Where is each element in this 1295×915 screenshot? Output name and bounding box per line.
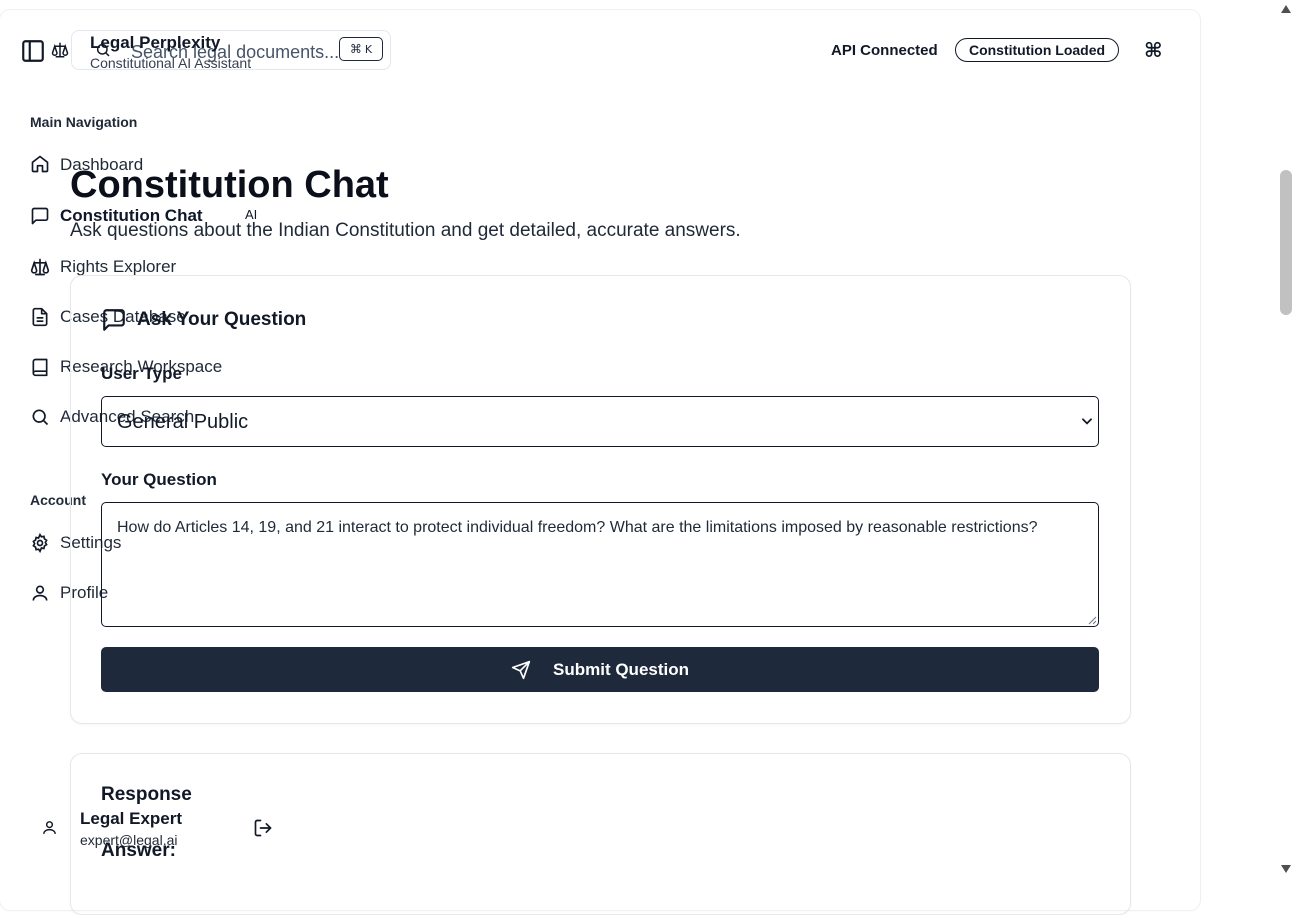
- scrollbar-thumb[interactable]: [1280, 170, 1292, 315]
- question-text[interactable]: How do Articles 14, 19, and 21 interact …: [117, 515, 1077, 540]
- send-icon: [511, 660, 531, 680]
- user-type-value[interactable]: General Public: [117, 411, 248, 434]
- sidebar-item-label: Rights Explorer: [60, 257, 177, 276]
- user-icon: [30, 583, 50, 603]
- response-card: [70, 753, 1131, 915]
- scale-logo-icon: [51, 41, 69, 59]
- scale-icon: [30, 257, 50, 277]
- page-title: Constitution Chat: [70, 164, 389, 206]
- card-title: Ask Your Question: [137, 309, 307, 330]
- response-title: Response: [101, 784, 192, 805]
- app-title: Legal Perplexity: [90, 33, 221, 52]
- chevron-down-icon[interactable]: [1080, 414, 1094, 428]
- shortcut-badge: ⌘ K: [339, 37, 383, 61]
- scroll-down-arrow-icon[interactable]: [1280, 864, 1292, 874]
- resize-handle-icon[interactable]: [1087, 615, 1097, 625]
- user-name: Legal Expert: [80, 809, 183, 828]
- user-email: expert@legal.ai: [80, 832, 178, 848]
- message-square-icon: [30, 206, 50, 226]
- user-avatar-icon: [41, 819, 58, 836]
- file-text-icon: [30, 307, 50, 327]
- scroll-up-arrow-icon[interactable]: [1280, 4, 1292, 14]
- command-palette-icon[interactable]: ⌘: [1144, 38, 1163, 62]
- message-square-icon: [101, 307, 127, 333]
- sidebar-toggle-icon[interactable]: [20, 38, 46, 64]
- logout-icon[interactable]: [253, 818, 273, 838]
- constitution-status-badge: Constitution Loaded: [955, 38, 1119, 62]
- app-subtitle: Constitutional AI Assistant: [90, 55, 252, 71]
- home-icon: [30, 154, 50, 174]
- api-status: API Connected: [831, 42, 938, 59]
- search-icon: [30, 407, 50, 427]
- submit-question-button[interactable]: Submit Question: [101, 647, 1099, 692]
- gear-icon: [30, 533, 50, 553]
- user-type-label: User Type: [101, 364, 182, 383]
- user-type-select[interactable]: [101, 396, 1099, 447]
- question-label: Your Question: [101, 470, 217, 489]
- command-key-icon: ⌘: [349, 42, 362, 56]
- shortcut-key: K: [364, 42, 373, 56]
- submit-button-label: Submit Question: [553, 659, 689, 679]
- page-subtitle: Ask questions about the Indian Constitut…: [70, 220, 741, 241]
- main-navigation-heading: Main Navigation: [30, 114, 138, 130]
- scrollbar[interactable]: [1278, 0, 1295, 879]
- book-icon: [30, 357, 50, 377]
